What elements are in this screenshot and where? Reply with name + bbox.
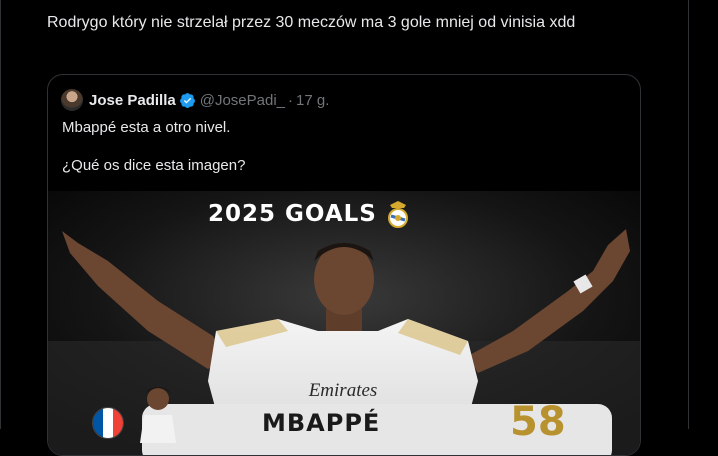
avatar[interactable] <box>61 89 83 111</box>
author-name[interactable]: Jose Padilla <box>89 92 176 109</box>
separator-dot: · <box>288 91 293 109</box>
quoted-tweet-text: Mbappé esta a otro nivel. ¿Qué os dice e… <box>62 119 246 174</box>
image-title: 2025 GOALS <box>208 199 411 229</box>
verified-badge-icon <box>179 92 195 108</box>
kit-sponsor-text: Emirates <box>308 380 378 401</box>
quoted-tweet-header: Jose Padilla @JosePadi_ · 17 g. <box>61 88 329 112</box>
timeline-right-border <box>688 0 689 429</box>
quoted-tweet-image[interactable]: Emirates 2025 GOALS MBAPPÉ 58 <box>48 191 640 455</box>
timestamp[interactable]: 17 g. <box>296 92 329 109</box>
image-title-text: 2025 GOALS <box>208 201 377 227</box>
quoted-tweet-card[interactable]: Jose Padilla @JosePadi_ · 17 g. Mbappé e… <box>47 74 641 456</box>
goal-count: 58 <box>510 399 566 445</box>
author-handle[interactable]: @JosePadi_ <box>200 92 285 109</box>
real-madrid-crest-icon <box>387 201 408 228</box>
player-name: MBAPPÉ <box>262 409 381 437</box>
france-flag-icon <box>92 407 124 439</box>
tweet-text: Rodrygo który nie strzelał przez 30 mecz… <box>47 14 576 31</box>
timeline-left-border <box>0 0 1 429</box>
player-thumbnail <box>140 387 176 443</box>
